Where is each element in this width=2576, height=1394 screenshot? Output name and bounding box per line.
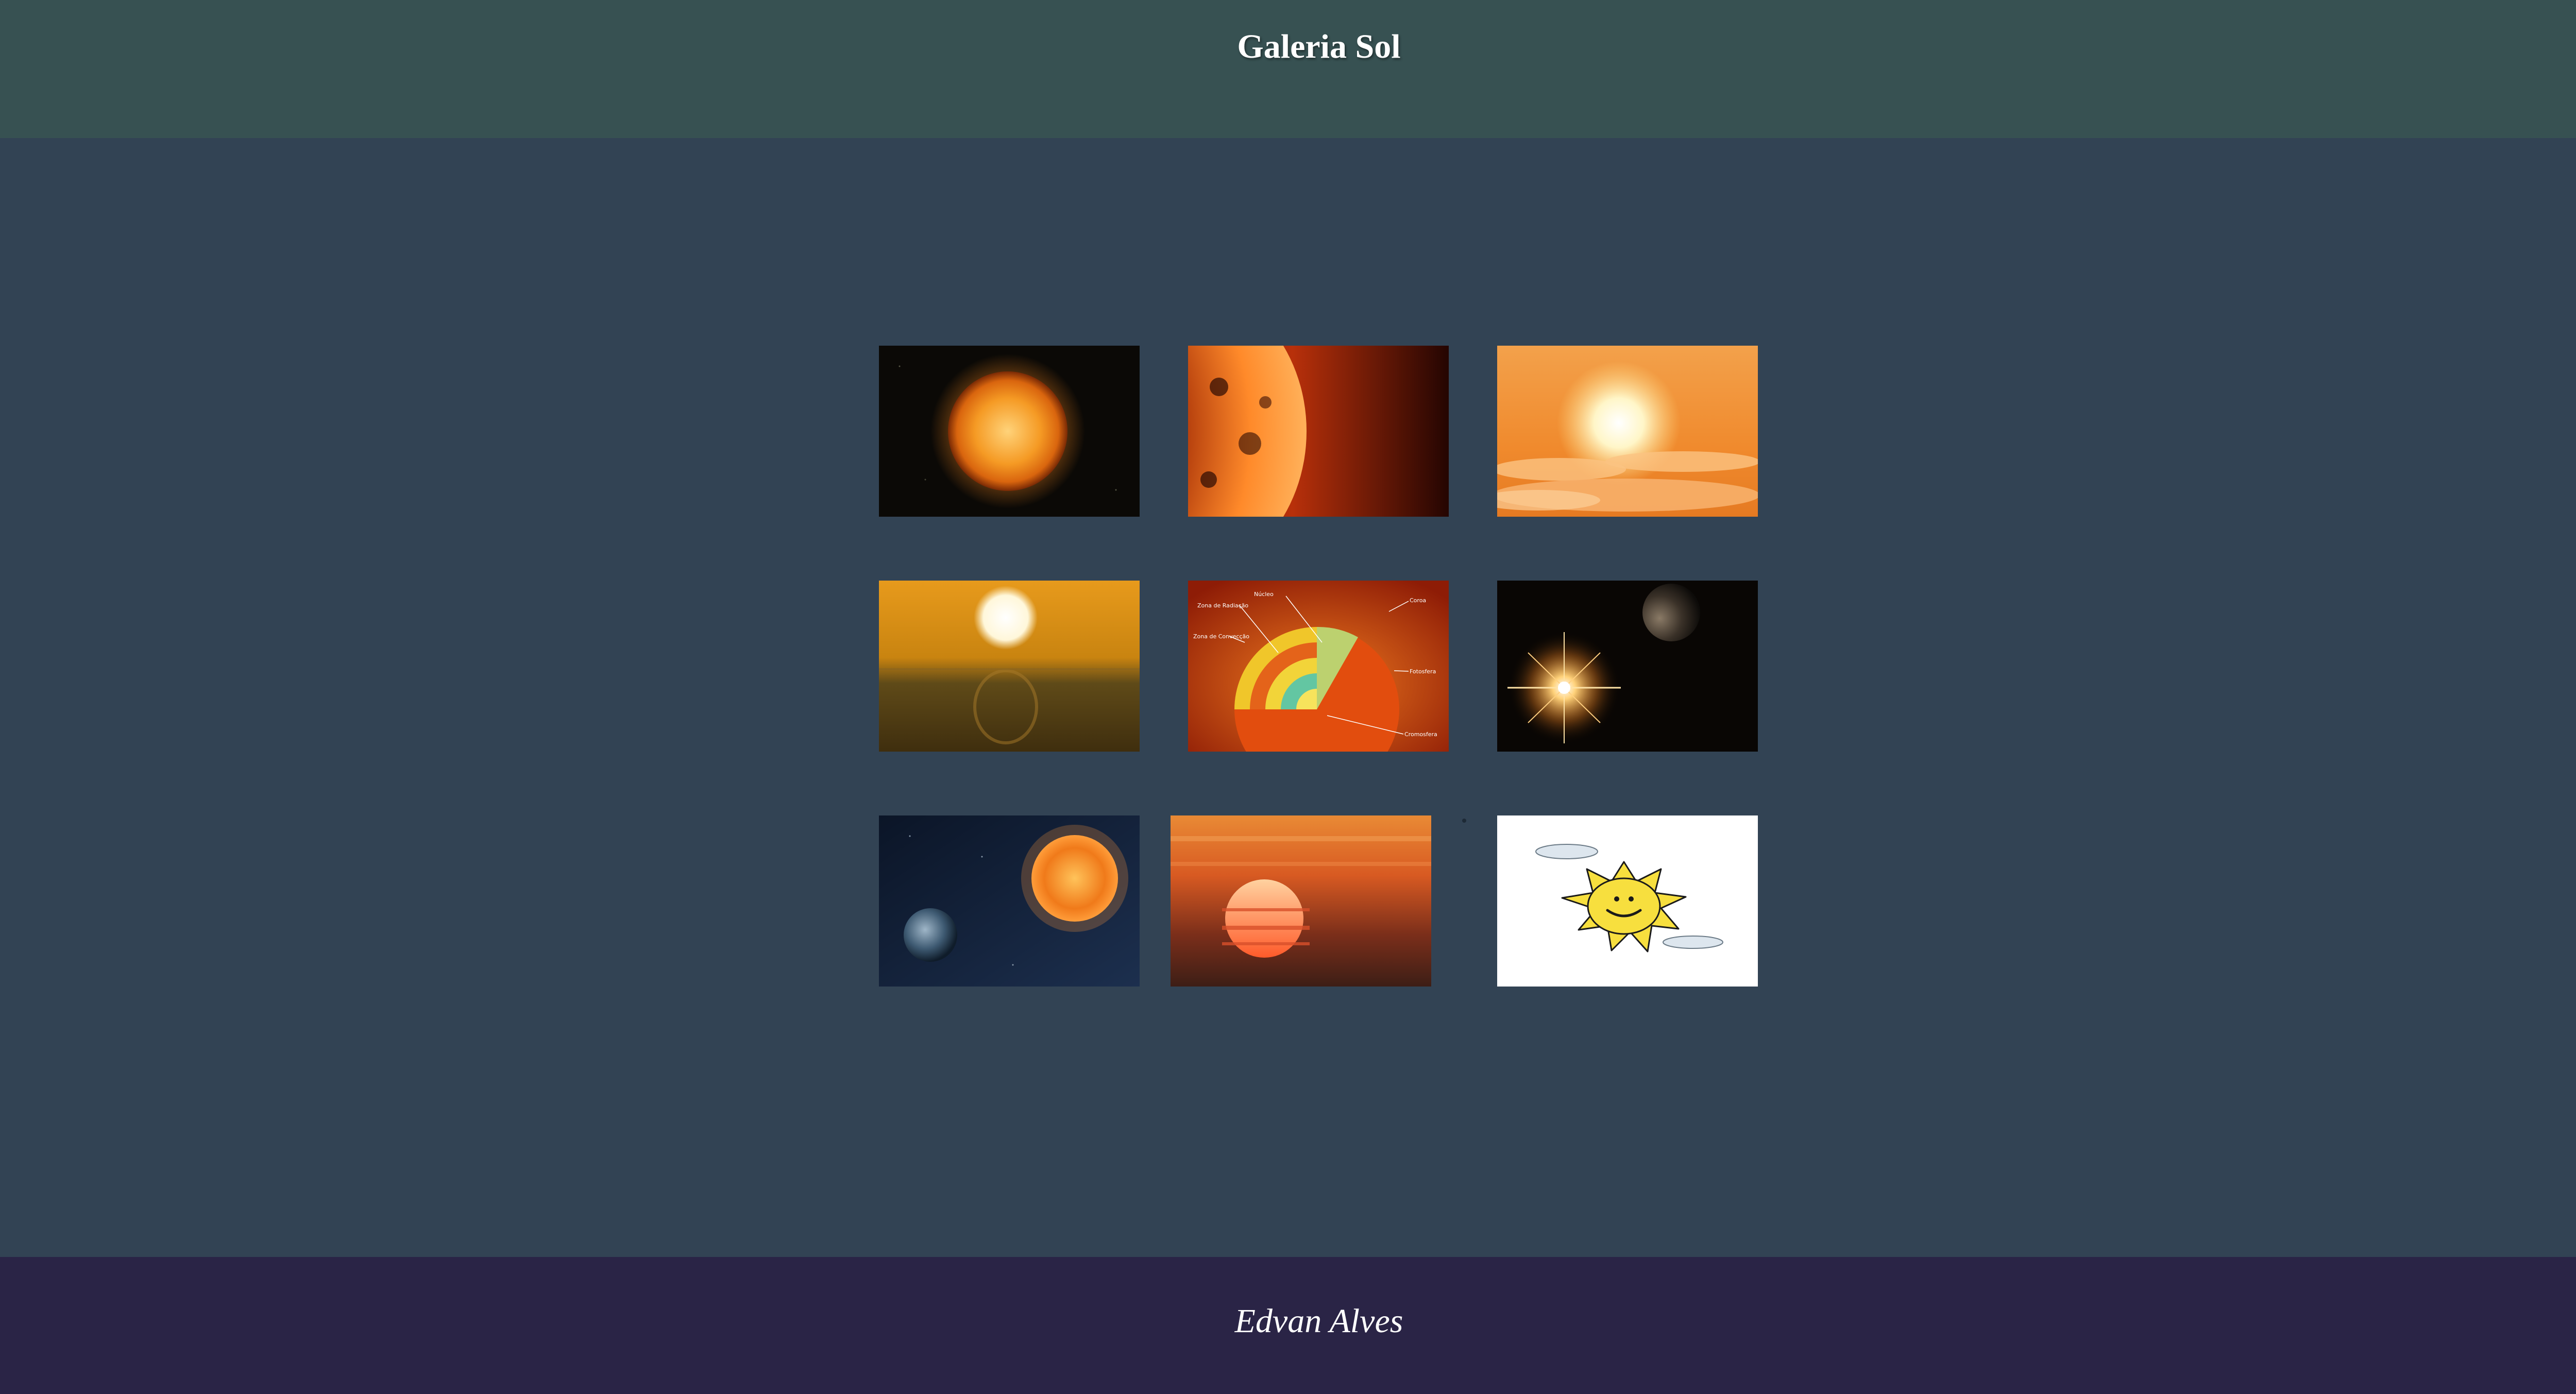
sun-and-earth-image	[879, 815, 1140, 987]
gallery-image-4[interactable]	[879, 581, 1140, 752]
gallery-image-2[interactable]	[1188, 346, 1449, 517]
gallery-image-3[interactable]	[1497, 346, 1758, 517]
gallery-image-8[interactable]	[1171, 815, 1431, 987]
diagram-label-radiacao: Zona de Radiação	[1197, 602, 1248, 609]
diagram-label-conveccao: Zona de Convecção	[1193, 633, 1249, 640]
page-footer: Edvan Alves	[0, 1257, 2576, 1394]
gallery-image-1[interactable]	[879, 346, 1140, 517]
sunset-reflection-image	[879, 581, 1140, 752]
red-sunset-image	[1171, 815, 1431, 987]
sun-surface-image	[1188, 346, 1449, 517]
sun-in-space-image	[879, 346, 1140, 517]
star-flare-image	[1497, 581, 1758, 752]
gallery-image-7[interactable]	[879, 815, 1140, 987]
diagram-label-fotosfera: Fotosfera	[1410, 668, 1436, 675]
gallery-image-6[interactable]	[1497, 581, 1758, 752]
page-title: Galeria Sol	[1237, 28, 1401, 65]
gallery: Núcleo Zona de Radiação Zona de Convecçã…	[0, 138, 2576, 1257]
author-name: Edvan Alves	[1234, 1302, 1403, 1340]
diagram-label-cromosfera: Cromosfera	[1404, 731, 1437, 738]
sun-structure-diagram-image: Núcleo Zona de Radiação Zona de Convecçã…	[1188, 581, 1449, 752]
gallery-image-5[interactable]: Núcleo Zona de Radiação Zona de Convecçã…	[1188, 581, 1449, 752]
page-header: Galeria Sol	[0, 0, 2576, 138]
broken-image-marker	[1462, 819, 1466, 823]
diagram-label-coroa: Coroa	[1410, 597, 1426, 604]
gallery-image-9[interactable]	[1497, 815, 1758, 987]
sun-over-clouds-image	[1497, 346, 1758, 517]
cartoon-sun-image	[1497, 815, 1758, 987]
diagram-label-nucleo: Núcleo	[1254, 591, 1274, 598]
